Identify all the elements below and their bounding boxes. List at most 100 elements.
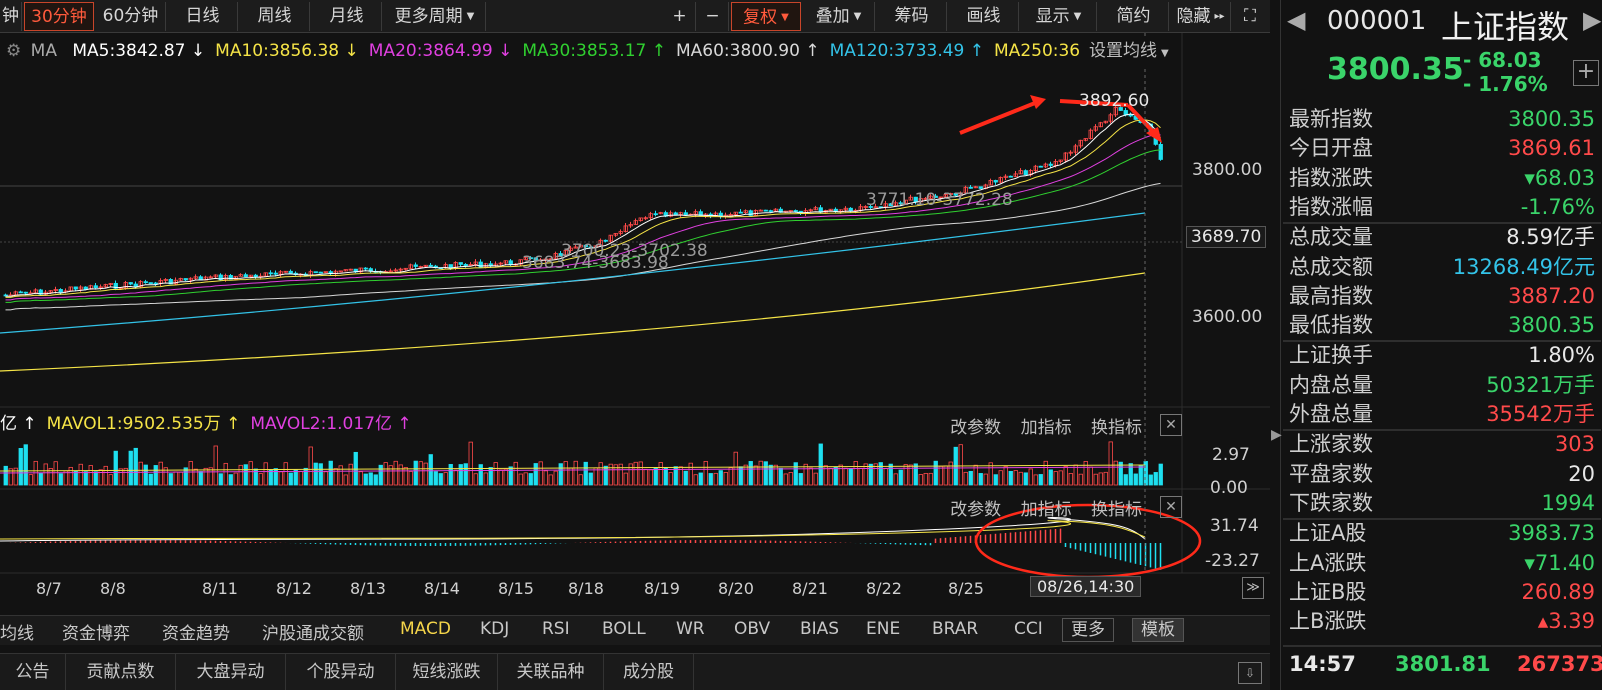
volume-bar bbox=[733, 451, 738, 486]
quote-row-value: 3983.73 bbox=[1508, 518, 1595, 548]
edit-params-button[interactable]: 改参数 bbox=[950, 500, 1001, 520]
volume-bar bbox=[743, 464, 748, 486]
indicator-tab-均线[interactable]: 均线 bbox=[0, 619, 34, 644]
volume-bar bbox=[358, 471, 363, 486]
bottom-tab[interactable]: 成分股 bbox=[604, 654, 694, 690]
edit-params-button[interactable]: 改参数 bbox=[950, 418, 1001, 438]
period-60min-button[interactable]: 60分钟 bbox=[96, 2, 166, 31]
period-minute-button[interactable]: 钟 bbox=[0, 2, 22, 31]
download-icon[interactable]: ⇩ bbox=[1238, 662, 1262, 684]
kline-chart-area[interactable]: ⚙ MA MA5:3842.87 ↓ MA10:3856.38 ↓ MA20:386… bbox=[0, 33, 1270, 615]
ma-settings-dropdown[interactable]: 设置均线 ▼ bbox=[1085, 38, 1173, 67]
quote-row: 上B涨跌 ▴3.39 bbox=[1289, 606, 1595, 636]
volume-bar bbox=[728, 467, 733, 486]
volume-bar bbox=[363, 473, 368, 486]
volume-bar bbox=[848, 468, 853, 486]
volume-bar bbox=[1043, 460, 1048, 486]
chips-button[interactable]: 筹码 bbox=[877, 2, 947, 31]
volume-bar bbox=[473, 473, 478, 486]
volume-bar bbox=[83, 471, 88, 486]
ma-legend-item: MA10:3856.38 ↓ bbox=[215, 41, 359, 61]
bottom-tab[interactable]: 个股异动 bbox=[286, 654, 396, 690]
indicator-tab-obv[interactable]: OBV bbox=[734, 619, 770, 639]
volume-bar bbox=[1153, 472, 1158, 486]
volume-bar bbox=[158, 461, 163, 486]
period-weekly-button[interactable]: 周线 bbox=[240, 2, 310, 31]
draw-line-button[interactable]: 画线 bbox=[949, 2, 1019, 31]
indicator-tab-boll[interactable]: BOLL bbox=[602, 619, 646, 639]
volume-bar bbox=[1158, 463, 1163, 486]
indicator-tab-沪股通成交额[interactable]: 沪股通成交额 bbox=[262, 619, 364, 644]
stock-change: - 68.03 bbox=[1463, 48, 1542, 72]
volume-bar bbox=[168, 473, 173, 486]
switch-indicator-button[interactable]: 换指标 bbox=[1091, 418, 1142, 438]
zoom-out-button[interactable]: − bbox=[697, 2, 729, 31]
close-icon[interactable]: ✕ bbox=[1160, 496, 1182, 518]
prev-stock-icon[interactable]: ◀ bbox=[1287, 6, 1305, 34]
kline-chart-canvas[interactable] bbox=[0, 33, 1270, 615]
caret-down-icon: ▼ bbox=[781, 12, 789, 23]
indicator-tab-cci[interactable]: CCI bbox=[1014, 619, 1043, 639]
display-dropdown[interactable]: 显示 ▼ bbox=[1021, 2, 1097, 31]
volume-bar bbox=[228, 474, 233, 486]
fullscreen-icon[interactable]: ⛶ bbox=[1233, 2, 1267, 31]
candle-body bbox=[153, 282, 158, 285]
volume-bar bbox=[298, 470, 303, 486]
indicator-template-button[interactable]: 模板 bbox=[1132, 618, 1184, 642]
volume-bar bbox=[638, 461, 643, 486]
ma-legend-item: MA5:3842.87 ↓ bbox=[72, 41, 206, 61]
period-daily-button[interactable]: 日线 bbox=[168, 2, 238, 31]
volume-bar bbox=[1048, 469, 1053, 486]
bottom-tab[interactable]: 贡献点数 bbox=[66, 654, 176, 690]
simple-mode-button[interactable]: 简约 bbox=[1099, 2, 1169, 31]
indicator-tab-bias[interactable]: BIAS bbox=[800, 619, 839, 639]
adjust-dropdown[interactable]: 复权 ▼ bbox=[731, 2, 801, 31]
indicator-tab-ene[interactable]: ENE bbox=[866, 619, 900, 639]
volume-legend: 亿 ↑ MAVOL1:9502.535万 ↑ MAVOL2:1.017亿 ↑ bbox=[0, 411, 900, 437]
more-periods-dropdown[interactable]: 更多周期 ▼ bbox=[384, 2, 486, 31]
quote-row: 指数涨跌 ▾68.03 bbox=[1289, 163, 1595, 193]
indicator-tab-资金博弈[interactable]: 资金博弈 bbox=[62, 619, 130, 644]
quote-row-unit: 亿手 bbox=[1553, 225, 1595, 250]
bottom-tab[interactable]: 短线涨跌 bbox=[396, 654, 498, 690]
period-monthly-button[interactable]: 月线 bbox=[312, 2, 382, 31]
add-indicator-button[interactable]: 加指标 bbox=[1021, 418, 1072, 438]
hide-button[interactable]: 隐藏 ▸▸ bbox=[1171, 2, 1231, 31]
switch-indicator-button[interactable]: 换指标 bbox=[1091, 500, 1142, 520]
zoom-in-button[interactable]: + bbox=[664, 2, 696, 31]
indicator-tab-rsi[interactable]: RSI bbox=[542, 619, 570, 639]
candle-body bbox=[848, 207, 853, 212]
volume-bar bbox=[713, 472, 718, 486]
volume-bar bbox=[433, 471, 438, 486]
indicator-more-button[interactable]: 更多 bbox=[1062, 618, 1114, 642]
bottom-tab[interactable]: 大盘异动 bbox=[176, 654, 286, 690]
volume-bar bbox=[313, 462, 318, 486]
volume-bar bbox=[963, 471, 968, 486]
indicator-tab-资金趋势[interactable]: 资金趋势 bbox=[162, 619, 230, 644]
macd-panel-buttons: 改参数 加指标 换指标 bbox=[936, 495, 1142, 520]
overlay-dropdown[interactable]: 叠加 ▼ bbox=[803, 2, 875, 31]
close-icon[interactable]: ✕ bbox=[1160, 414, 1182, 436]
double-chevron-right-icon[interactable]: ≫ bbox=[1242, 577, 1264, 599]
stock-code: 000001 bbox=[1327, 6, 1427, 36]
volume-bar bbox=[868, 463, 873, 486]
next-stock-icon[interactable]: ▶ bbox=[1583, 6, 1601, 34]
volume-bar bbox=[808, 467, 813, 486]
volume-bar bbox=[633, 461, 638, 486]
quote-row-unit: 亿元 bbox=[1553, 254, 1595, 279]
volume-bar bbox=[478, 464, 483, 486]
volume-bar bbox=[603, 465, 608, 486]
bottom-tab[interactable]: 关联品种 bbox=[498, 654, 604, 690]
bottom-tab[interactable]: 公告 bbox=[0, 654, 66, 690]
indicator-tab-macd[interactable]: MACD bbox=[400, 619, 451, 639]
indicator-tab-brar[interactable]: BRAR bbox=[932, 619, 978, 639]
volume-bar bbox=[293, 469, 298, 486]
indicator-tab-wr[interactable]: WR bbox=[676, 619, 705, 639]
settings-gear-icon[interactable]: ⚙ bbox=[6, 41, 21, 61]
double-chevron-right-icon: ▸▸ bbox=[1214, 11, 1225, 22]
add-indicator-button[interactable]: 加指标 bbox=[1021, 500, 1072, 520]
collapse-panel-icon[interactable]: ▶ bbox=[1271, 415, 1282, 455]
add-watchlist-button[interactable]: + bbox=[1573, 60, 1599, 86]
indicator-tab-kdj[interactable]: KDJ bbox=[480, 619, 509, 639]
period-30min-button[interactable]: 30分钟 bbox=[24, 2, 94, 31]
